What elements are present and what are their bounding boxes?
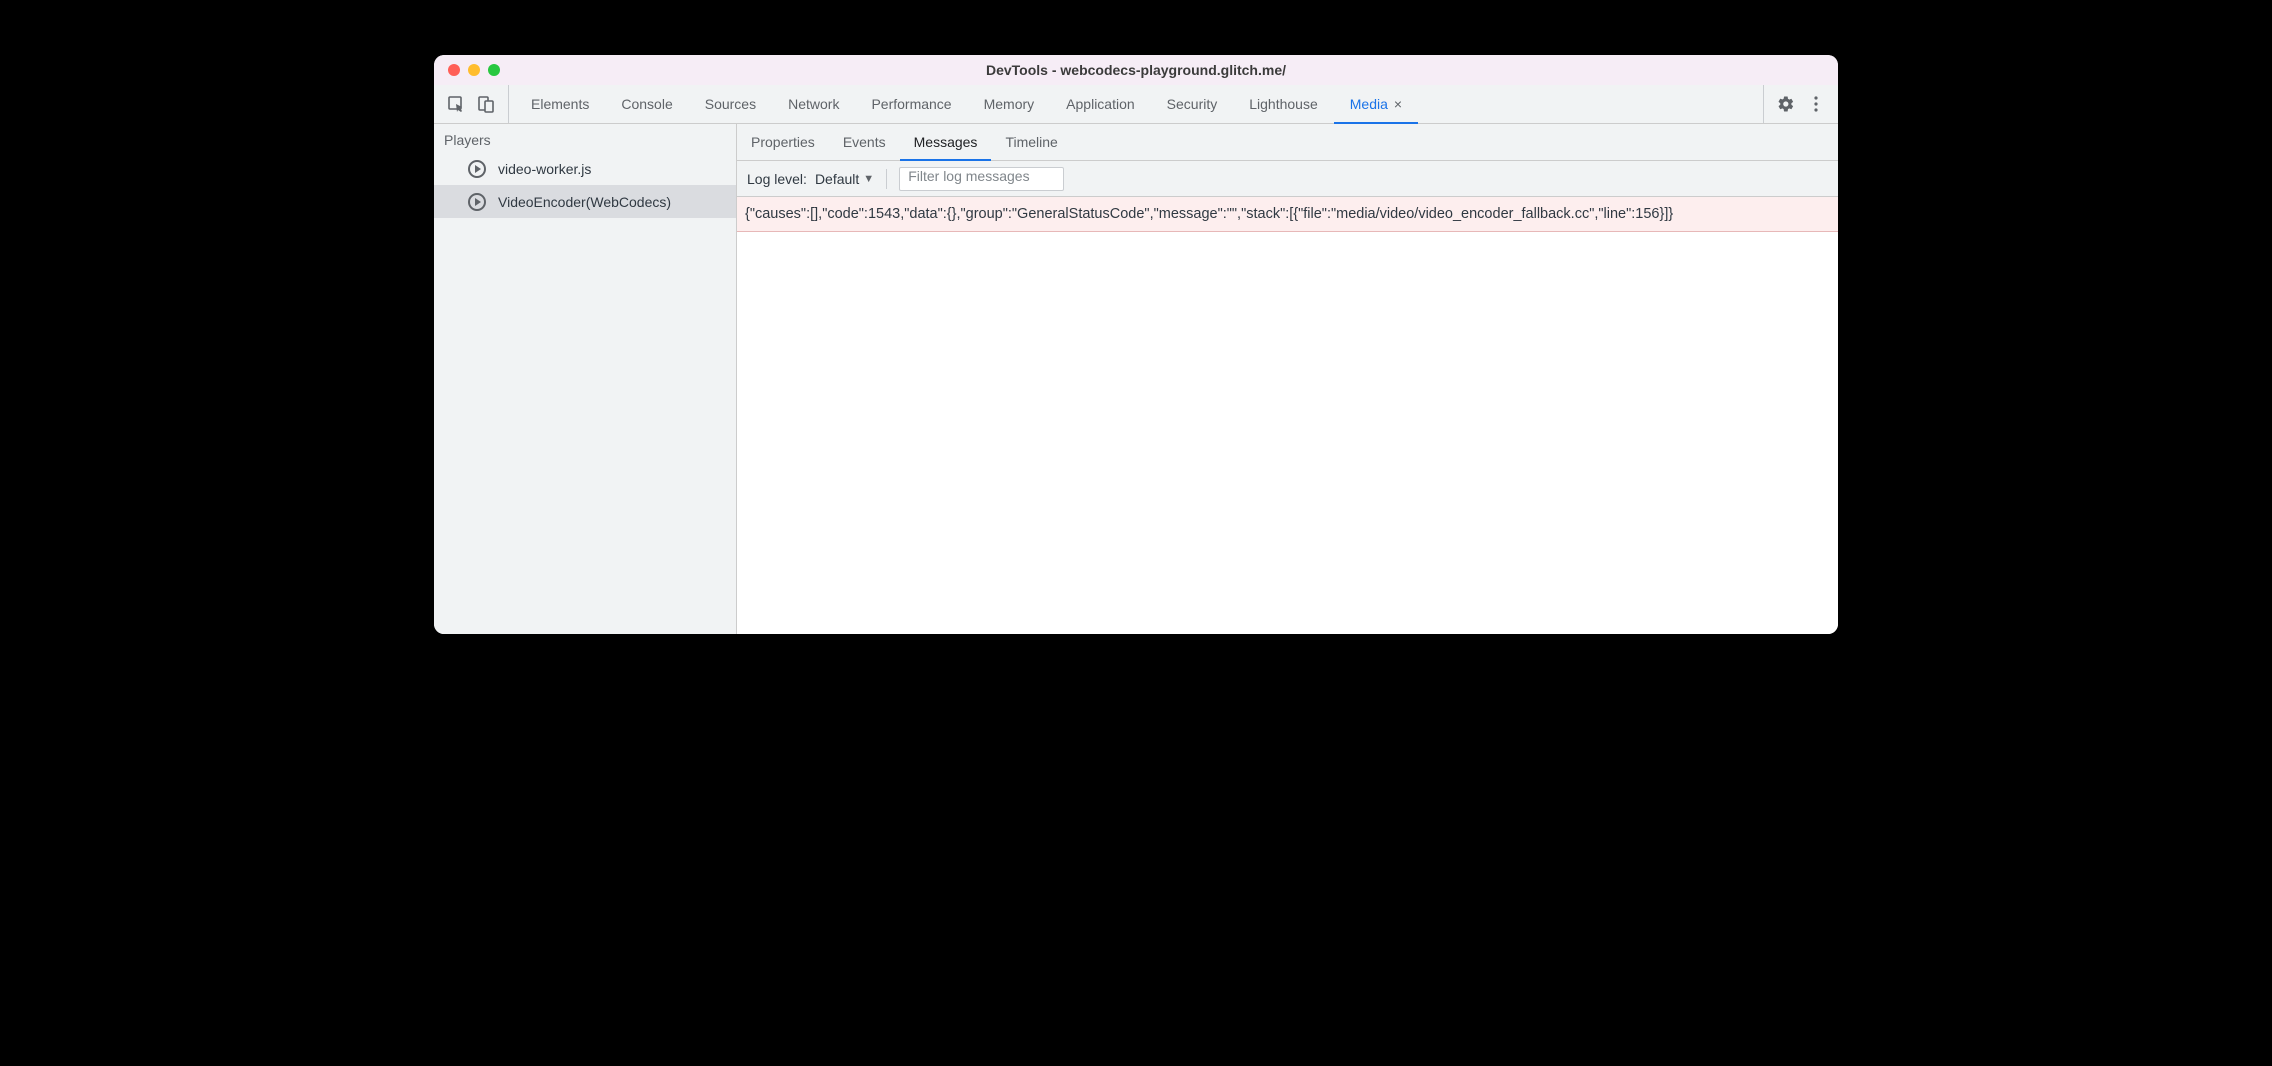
content-area: Players video-worker.js VideoEncoder(WebC…	[434, 124, 1838, 634]
players-sidebar: Players video-worker.js VideoEncoder(WebC…	[434, 124, 737, 634]
subtab-messages[interactable]: Messages	[900, 124, 992, 160]
tab-lighthouse[interactable]: Lighthouse	[1233, 85, 1334, 123]
subtab-timeline[interactable]: Timeline	[991, 124, 1071, 160]
tab-label: Elements	[531, 96, 589, 112]
tab-application[interactable]: Application	[1050, 85, 1151, 123]
filter-placeholder: Filter log messages	[908, 168, 1029, 184]
play-icon	[468, 160, 486, 178]
tab-elements[interactable]: Elements	[515, 85, 605, 123]
tab-media[interactable]: Media ×	[1334, 85, 1418, 123]
tab-label: Network	[788, 96, 839, 112]
left-toolbar	[434, 85, 509, 123]
tab-security[interactable]: Security	[1151, 85, 1234, 123]
tab-label: Media	[1350, 96, 1388, 112]
detail-pane: Properties Events Messages Timeline Log lev…	[737, 124, 1838, 634]
subtab-events[interactable]: Events	[829, 124, 900, 160]
subtab-label: Messages	[914, 134, 978, 150]
tab-label: Performance	[871, 96, 951, 112]
close-icon[interactable]: ×	[1394, 97, 1402, 111]
window-titlebar: DevTools - webcodecs-playground.glitch.m…	[434, 55, 1838, 85]
player-item[interactable]: video-worker.js	[434, 152, 736, 185]
inspect-element-icon[interactable]	[444, 92, 468, 116]
devtools-window: DevTools - webcodecs-playground.glitch.m…	[434, 55, 1838, 634]
subtab-label: Events	[843, 134, 886, 150]
tab-label: Application	[1066, 96, 1135, 112]
tab-console[interactable]: Console	[605, 85, 688, 123]
sub-tabstrip: Properties Events Messages Timeline	[737, 124, 1838, 161]
separator	[886, 169, 887, 189]
filter-bar: Log level: Default ▼ Filter log messages	[737, 161, 1838, 197]
log-level-select[interactable]: Default ▼	[815, 171, 874, 187]
chevron-down-icon: ▼	[863, 173, 874, 185]
log-area: {"causes":[],"code":1543,"data":{},"grou…	[737, 197, 1838, 634]
tab-label: Console	[621, 96, 672, 112]
player-item[interactable]: VideoEncoder(WebCodecs)	[434, 185, 736, 218]
tab-label: Sources	[705, 96, 756, 112]
player-label: VideoEncoder(WebCodecs)	[498, 194, 671, 210]
window-zoom-button[interactable]	[488, 64, 500, 76]
tab-memory[interactable]: Memory	[968, 85, 1051, 123]
window-minimize-button[interactable]	[468, 64, 480, 76]
tab-label: Security	[1167, 96, 1218, 112]
right-toolbar	[1763, 85, 1838, 123]
log-level-value: Default	[815, 171, 859, 187]
filter-input[interactable]: Filter log messages	[899, 167, 1064, 191]
window-title: DevTools - webcodecs-playground.glitch.m…	[434, 62, 1838, 78]
subtab-label: Properties	[751, 134, 815, 150]
tab-network[interactable]: Network	[772, 85, 855, 123]
sidebar-header: Players	[434, 124, 736, 152]
traffic-lights	[434, 64, 500, 76]
kebab-menu-icon[interactable]	[1804, 92, 1828, 116]
player-label: video-worker.js	[498, 161, 591, 177]
subtab-properties[interactable]: Properties	[737, 124, 829, 160]
subtab-label: Timeline	[1005, 134, 1057, 150]
log-row[interactable]: {"causes":[],"code":1543,"data":{},"grou…	[737, 197, 1838, 232]
log-level-label: Log level:	[747, 171, 807, 187]
settings-icon[interactable]	[1774, 92, 1798, 116]
window-close-button[interactable]	[448, 64, 460, 76]
tab-sources[interactable]: Sources	[689, 85, 772, 123]
tab-label: Lighthouse	[1249, 96, 1318, 112]
main-tabs: Elements Console Sources Network Performance…	[515, 85, 1757, 123]
main-tabstrip: Elements Console Sources Network Performance…	[434, 85, 1838, 124]
tab-performance[interactable]: Performance	[855, 85, 967, 123]
play-icon	[468, 193, 486, 211]
tab-label: Memory	[984, 96, 1035, 112]
device-toolbar-icon[interactable]	[474, 92, 498, 116]
